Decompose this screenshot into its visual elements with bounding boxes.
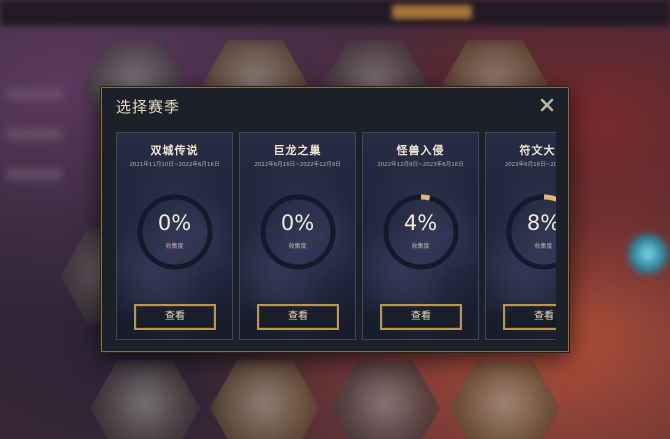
view-button[interactable]: 查看 [134,304,216,330]
season-dates: 2022年12月9日~2023年6月16日 [377,162,464,168]
season-card: 怪兽入侵 2022年12月9日~2023年6月16日 4% 收集度 查看 [362,132,479,340]
background-sidebar-item [6,128,62,140]
dialog-header: 选择赛季 [102,88,568,124]
season-name: 怪兽入侵 [396,144,445,157]
season-dates: 2023年6月16日~2023年12月 [504,162,556,168]
background-sidebar [0,30,70,430]
collection-label: 收集度 [534,243,553,250]
view-button[interactable]: 查看 [503,304,556,330]
collection-percent: 4% [403,211,438,235]
close-button[interactable] [538,96,556,114]
collection-label: 收集度 [288,243,307,250]
season-card: 巨龙之巢 2022年6月16日~2022年12月9日 0% 收集度 查看 [239,132,356,340]
season-name: 巨龙之巢 [273,144,322,157]
season-name: 符文大陆 [519,144,557,157]
view-button[interactable]: 查看 [380,304,462,330]
collection-percent: 0% [157,211,192,235]
season-card-track: 双城传说 2021年11月10日~2022年6月16日 0% 收集度 查看 巨龙… [116,132,556,340]
season-dates: 2022年6月16日~2022年12月9日 [254,162,341,168]
close-icon [540,98,554,112]
background-top-bar [0,0,670,26]
select-season-dialog: 选择赛季 双城传说 2021年11月10日~2022年6月16日 0% 收集度 [101,87,569,352]
collection-label: 收集度 [411,243,430,250]
collection-label: 收集度 [165,243,184,250]
background-sidebar-item [6,88,62,100]
season-dates: 2021年11月10日~2022年6月16日 [129,162,220,168]
season-card: 符文大陆 2023年6月16日~2023年12月 8% 收集度 查看 [485,132,556,340]
season-name: 双城传说 [150,144,199,157]
collection-percent: 0% [280,211,315,235]
dialog-title: 选择赛季 [116,98,181,116]
season-carousel[interactable]: 双城传说 2021年11月10日~2022年6月16日 0% 收集度 查看 巨龙… [116,132,556,340]
background-currency-bar [392,5,472,19]
season-card: 双城传说 2021年11月10日~2022年6月16日 0% 收集度 查看 [116,132,233,340]
background-sidebar-item [6,168,62,180]
collection-percent: 8% [526,211,556,235]
view-button[interactable]: 查看 [257,304,339,330]
background-orb [626,232,670,276]
